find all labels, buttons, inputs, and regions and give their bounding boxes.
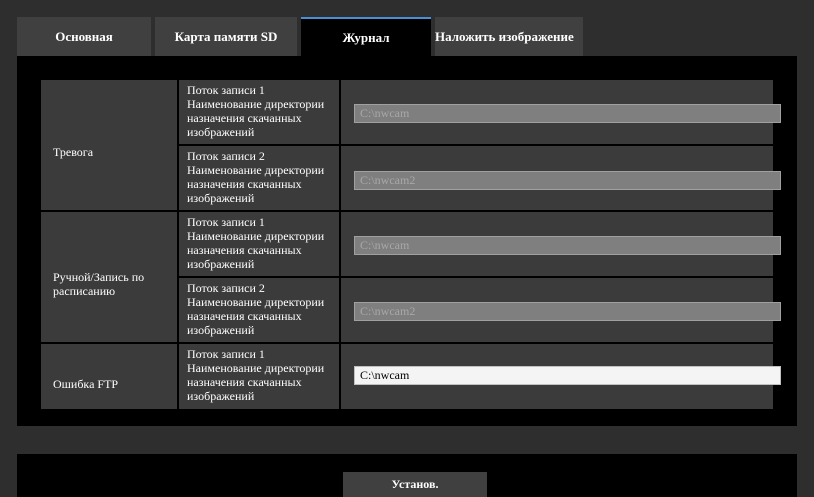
row-label: Поток записи 2 Наименование директории н… (179, 278, 339, 342)
set-button[interactable]: Установ. (343, 472, 487, 497)
tab-log-label: Журнал (342, 29, 390, 45)
alarm-stream1-dir-input[interactable] (354, 104, 781, 123)
category-label: Ручной/Запись по расписанию (53, 270, 145, 298)
tab-overlay-image[interactable]: Наложить изображение (435, 17, 583, 56)
tab-bar: Основная Карта памяти SD Журнал Наложить… (17, 17, 587, 56)
row-label: Поток записи 1 Наименование директории н… (179, 212, 339, 276)
field-cell (341, 278, 781, 342)
tab-log[interactable]: Журнал (301, 17, 431, 56)
tab-overlay-image-label: Наложить изображение (435, 28, 574, 44)
row-label: Поток записи 1 Наименование директории н… (179, 344, 339, 409)
action-bar: Установ. (17, 454, 797, 497)
row-label: Поток записи 1 Наименование директории н… (179, 80, 339, 144)
category-manual-schedule: Ручной/Запись по расписанию (41, 212, 177, 342)
category-label: Тревога (53, 145, 94, 159)
category-label: Ошибка FTP (53, 376, 119, 391)
field-cell (341, 344, 781, 409)
tab-sd-card-label: Карта памяти SD (174, 28, 278, 44)
row-label: Поток записи 2 Наименование директории н… (179, 146, 339, 210)
category-alarm: Тревога (41, 80, 177, 210)
field-cell (341, 146, 781, 210)
tab-basic-label: Основная (55, 28, 113, 44)
tab-sd-card[interactable]: Карта памяти SD (155, 17, 297, 56)
field-cell (341, 80, 781, 144)
field-cell (341, 212, 781, 276)
category-ftp-error: Ошибка FTP (41, 344, 177, 409)
tab-basic[interactable]: Основная (17, 17, 151, 56)
alarm-stream2-dir-input[interactable] (354, 171, 781, 190)
settings-panel: Тревога Поток записи 1 Наименование дире… (17, 56, 797, 426)
ftp-error-stream1-dir-input[interactable] (354, 366, 781, 385)
manual-stream1-dir-input[interactable] (354, 236, 781, 255)
manual-stream2-dir-input[interactable] (354, 302, 781, 321)
